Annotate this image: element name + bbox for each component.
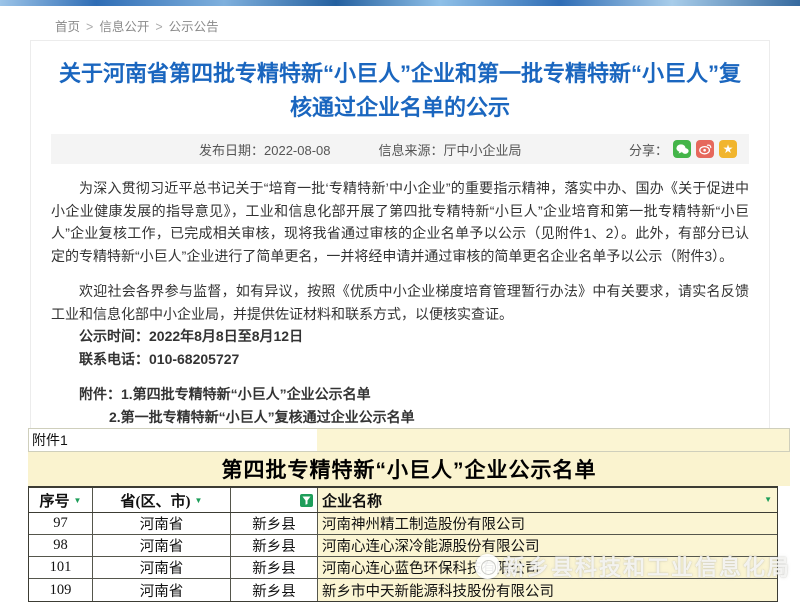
annex-label: 附件1 [28,428,92,452]
table-cell: 河南省 [93,535,231,556]
breadcrumb-separator: > [155,20,162,34]
table-cell: 新乡县 [231,535,318,556]
empty-cell [230,428,317,452]
empty-cell [92,428,230,452]
attachment-link-1[interactable]: 附件：1.第四批专精特新“小巨人”企业公示名单 [51,383,749,406]
table-row: 109河南省新乡县新乡市中天新能源科技股份有限公司 [29,579,777,601]
contact-phone: 联系电话：010-68205727 [51,348,749,371]
header-seq: 序号▼ [29,488,93,512]
wechat-share-icon[interactable] [673,140,691,158]
breadcrumb-announcements[interactable]: 公示公告 [169,20,219,34]
publicity-time: 公示时间：2022年8月8日至8月12日 [51,325,749,348]
table-header-row: 序号▼ 省(区、市)▼ 企业名称▼ [29,488,777,513]
header-county [231,488,318,512]
breadcrumb: 首页 > 信息公开 > 公示公告 [55,16,219,35]
table-cell: 新乡县 [231,557,318,578]
sheet-rows: 97河南省新乡县河南神州精工制造股份有限公司98河南省新乡县河南心连心深冷能源股… [29,513,777,601]
table-cell: 新乡县 [231,579,318,601]
paragraph-1: 为深入贯彻习近平总书记关于“培育一批‘专精特新’中小企业”的重要指示精神，落实中… [51,177,749,267]
table-title: 第四批专精特新“小巨人”企业公示名单 [28,452,790,486]
table-cell: 河南省 [93,579,231,601]
article-meta-bar: 发布日期：2022-08-08 信息来源：厅中小企业局 分享： ★ [51,134,749,164]
attachment1-spreadsheet: 附件1 第四批专精特新“小巨人”企业公示名单 序号▼ 省(区、市)▼ 企业名称▼… [28,428,790,602]
filter-dropdown-icon[interactable]: ▼ [74,496,82,505]
table-cell: 河南心连心蓝色环保科技有限公司 [318,557,777,578]
attachment-link-2[interactable]: 2.第一批专精特新“小巨人”复核通过企业公示名单 [51,406,749,429]
filter-dropdown-icon[interactable]: ▼ [764,495,772,504]
header-province: 省(区、市)▼ [93,488,231,512]
table-cell: 河南省 [93,557,231,578]
page-title: 关于河南省第四批专精特新“小巨人”企业和第一批专精特新“小巨人”复核通过企业名单… [51,57,749,125]
active-filter-icon[interactable] [300,494,313,507]
annex-label-row: 附件1 [28,428,790,452]
table-row: 97河南省新乡县河南神州精工制造股份有限公司 [29,513,777,535]
table-row: 98河南省新乡县河南心连心深冷能源股份有限公司 [29,535,777,557]
breadcrumb-separator: > [86,20,93,34]
table-cell: 101 [29,557,93,578]
table-cell: 河南心连心深冷能源股份有限公司 [318,535,777,556]
table-cell: 河南省 [93,513,231,534]
filter-dropdown-icon[interactable]: ▼ [195,496,203,505]
breadcrumb-home[interactable]: 首页 [55,20,80,34]
table-cell: 109 [29,579,93,601]
table-cell: 新乡市中天新能源科技股份有限公司 [318,579,777,601]
header-company: 企业名称▼ [318,488,777,512]
table-cell: 98 [29,535,93,556]
table-row: 101河南省新乡县河南心连心蓝色环保科技有限公司 [29,557,777,579]
breadcrumb-info-disclosure[interactable]: 信息公开 [99,20,149,34]
table-grid: 序号▼ 省(区、市)▼ 企业名称▼ 97河南省新乡县河南神州精工制造股份有限公司… [28,486,778,602]
article-container: 关于河南省第四批专精特新“小巨人”企业和第一批专精特新“小巨人”复核通过企业名单… [30,40,770,428]
favorite-star-icon[interactable]: ★ [719,140,737,158]
table-cell: 河南神州精工制造股份有限公司 [318,513,777,534]
paragraph-2: 欢迎社会各界参与监督，如有异议，按照《优质中小企业梯度培育管理暂行办法》中有关要… [51,280,749,325]
weibo-share-icon[interactable] [696,140,714,158]
top-nav-strip [0,0,800,6]
share-label: 分享： [629,140,668,159]
table-cell: 新乡县 [231,513,318,534]
publish-date: 发布日期：2022-08-08 [199,140,331,159]
table-cell: 97 [29,513,93,534]
info-source: 信息来源：厅中小企业局 [379,140,522,159]
empty-cell [317,428,790,452]
